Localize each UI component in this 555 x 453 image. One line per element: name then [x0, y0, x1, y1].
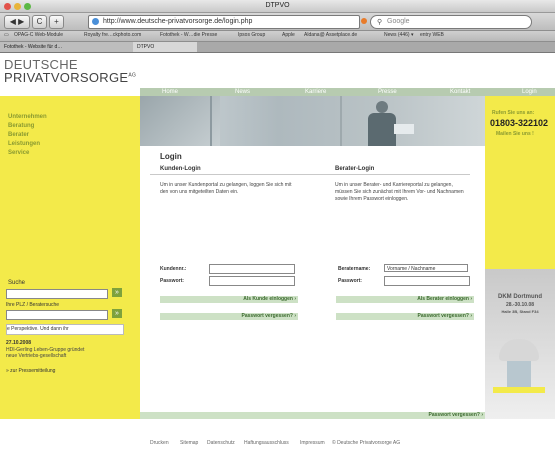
- window-titlebar: DTPVO: [0, 0, 555, 13]
- hero-image: [140, 96, 485, 146]
- news-link[interactable]: » zur Pressemitteilung: [6, 368, 55, 374]
- advisor-password-label: Passwort:: [338, 278, 362, 284]
- search-field[interactable]: ⚲ Google: [370, 15, 532, 29]
- search-icon: ⚲: [377, 19, 383, 26]
- nav-login[interactable]: Login: [522, 88, 537, 96]
- customer-login-text: Um in unser Kundenportal zu gelangen, lo…: [160, 182, 292, 195]
- site-icon: [92, 18, 99, 25]
- booth-roof: [499, 339, 539, 361]
- call-us-text: Rufen Sie uns an:: [492, 110, 535, 116]
- bookmarks-icon[interactable]: ▭: [4, 32, 9, 38]
- bookmark-item[interactable]: Ipsos Group: [238, 32, 265, 38]
- address-bar[interactable]: http://www.deutsche-privatvorsorge.de/lo…: [88, 15, 360, 29]
- divider: [150, 174, 470, 175]
- bookmark-item[interactable]: OPAG-C Web-Module: [14, 32, 63, 38]
- advisor-forgot-password-link[interactable]: Passwort vergessen? ›: [336, 313, 474, 320]
- customer-password-input[interactable]: [209, 276, 295, 286]
- plz-input[interactable]: [6, 310, 108, 320]
- menu-beratung[interactable]: Beratung: [8, 123, 34, 129]
- nav-presse[interactable]: Presse: [378, 88, 397, 96]
- site-search-input[interactable]: [6, 289, 108, 299]
- nav-karriere[interactable]: Karriere: [305, 88, 326, 96]
- customer-number-label: Kundennr.:: [160, 266, 187, 272]
- news-ticker: e Perspektive. Und dann ihr: [6, 324, 124, 335]
- news-date: 27.10.2008: [6, 340, 32, 346]
- hero-pillar: [210, 96, 212, 146]
- bookmark-item[interactable]: News (446) ▾: [384, 32, 413, 38]
- advisor-password-input[interactable]: [384, 276, 470, 286]
- mail-us-link[interactable]: Mailen Sie uns !: [496, 131, 534, 137]
- plz-label: Ihre PLZ / Beratersuche: [6, 302, 60, 308]
- tab-fotothek[interactable]: Fotothek - Website für d…: [0, 42, 134, 52]
- bookmark-item[interactable]: Fotothek - W…die Presse: [160, 32, 217, 38]
- advisor-login-text: Um in unser Berater- und Karriereportal …: [335, 182, 464, 202]
- advisor-login-heading: Berater-Login: [335, 166, 375, 172]
- advisor-login-button[interactable]: Als Berater einloggen ›: [336, 296, 474, 303]
- hero-architecture: [140, 96, 220, 146]
- tab-dtpvo[interactable]: DTPVO: [133, 42, 197, 52]
- main-navigation: Home News Karriere Presse Kontakt Login: [140, 88, 555, 96]
- event-title: DKM Dortmund: [498, 294, 542, 300]
- page-title: Login: [160, 152, 182, 161]
- footer-impressum[interactable]: Impressum: [300, 440, 325, 446]
- search-go-button[interactable]: »: [112, 288, 122, 297]
- rss-icon[interactable]: [361, 18, 367, 24]
- menu-service[interactable]: Service: [8, 150, 29, 156]
- bottom-forgot-password-link[interactable]: Passwort vergessen? ›: [140, 412, 485, 419]
- booth-base: [493, 387, 545, 393]
- hero-laptop: [394, 124, 414, 134]
- nav-kontakt[interactable]: Kontakt: [450, 88, 470, 96]
- logo-text: PRIVATVORSORGE: [4, 70, 129, 85]
- back-forward-button[interactable]: ◀ ▶: [4, 15, 30, 29]
- customer-password-label: Passwort:: [160, 278, 184, 284]
- footer-copyright: © Deutsche Privatvorsorge AG: [332, 440, 401, 446]
- nav-news[interactable]: News: [235, 88, 250, 96]
- hero-person-body: [368, 113, 396, 146]
- search-placeholder: Google: [387, 18, 410, 25]
- menu-unternehmen[interactable]: Unternehmen: [8, 114, 47, 120]
- event-location: Halle 3B, Stand F34: [501, 309, 539, 314]
- customer-number-input[interactable]: [209, 264, 295, 274]
- customer-login-button[interactable]: Als Kunde einloggen ›: [160, 296, 298, 303]
- bookmark-item[interactable]: Apple: [282, 32, 295, 38]
- advisor-name-input[interactable]: Vorname / Nachname: [384, 264, 468, 272]
- advisor-name-label: Beratername:: [338, 266, 371, 272]
- booth-body: [507, 361, 531, 387]
- bookmark-item[interactable]: Aldana@ Assetplace.de: [304, 32, 357, 38]
- add-bookmark-icon[interactable]: +: [49, 15, 64, 29]
- window-title: DTPVO: [265, 2, 290, 9]
- url-text: http://www.deutsche-privatvorsorge.de/lo…: [103, 18, 253, 25]
- footer-datenschutz[interactable]: Datenschutz: [207, 440, 235, 446]
- logo-sup: AG: [128, 72, 137, 79]
- customer-login-heading: Kunden-Login: [160, 166, 201, 172]
- logo-line2: PRIVATVORSORGEAG: [4, 70, 136, 85]
- plz-go-button[interactable]: »: [112, 309, 122, 318]
- hero-person-head: [376, 101, 388, 113]
- news-text: HDI-Gerling Leben-Gruppe gründet neue Ve…: [6, 347, 85, 359]
- search-label: Suche: [8, 280, 26, 286]
- event-banner[interactable]: DKM Dortmund 28.-30.10.08 Halle 3B, Stan…: [485, 269, 555, 419]
- tab-bar: Fotothek - Website für d… DTPVO: [0, 42, 555, 53]
- menu-leistungen[interactable]: Leistungen: [8, 141, 40, 147]
- bookmark-item[interactable]: entry WEB: [420, 32, 444, 38]
- customer-forgot-password-link[interactable]: Passwort vergessen? ›: [160, 313, 298, 320]
- nav-home[interactable]: Home: [162, 88, 178, 96]
- phone-number: 01803-322102: [490, 118, 549, 128]
- footer-sitemap[interactable]: Sitemap: [180, 440, 198, 446]
- bookmarks-bar: ▭ OPAG-C Web-Module Royalty fre…ckphoto.…: [0, 31, 555, 42]
- event-date: 28.-30.10.08: [505, 302, 535, 308]
- menu-berater[interactable]: Berater: [8, 132, 29, 138]
- bookmark-item[interactable]: Royalty fre…ckphoto.com: [84, 32, 141, 38]
- reload-icon[interactable]: C: [32, 15, 47, 29]
- hero-pillar: [340, 96, 342, 146]
- footer-drucken[interactable]: Drucken: [150, 440, 169, 446]
- footer-haftungsausschluss[interactable]: Haftungsausschluss: [244, 440, 289, 446]
- browser-toolbar: ◀ ▶ C + http://www.deutsche-privatvorsor…: [0, 13, 555, 31]
